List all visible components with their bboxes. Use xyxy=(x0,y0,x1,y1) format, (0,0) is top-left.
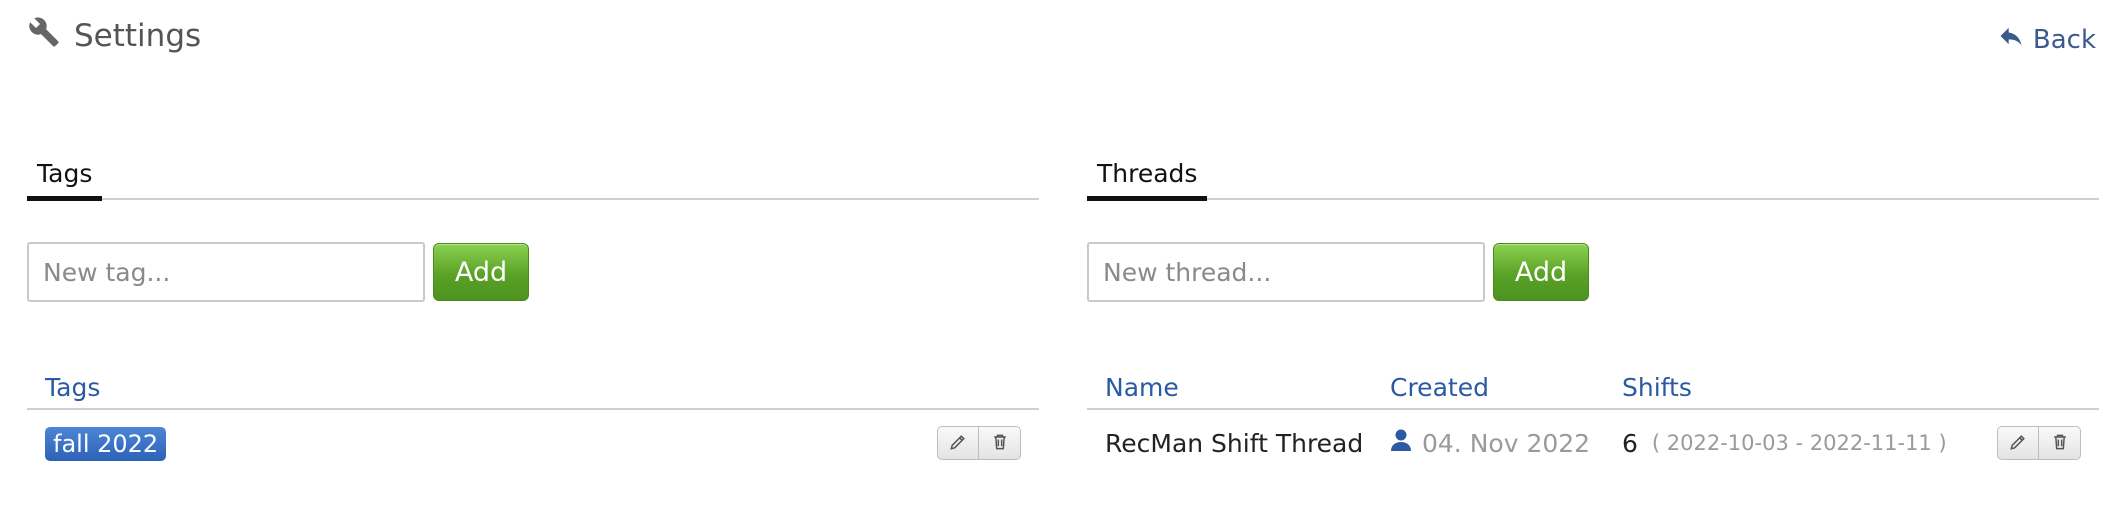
back-label: Back xyxy=(2032,24,2096,55)
threads-table-header: Name Created Shifts xyxy=(1087,368,2099,410)
edit-thread-button[interactable] xyxy=(1997,426,2039,460)
tag-row-actions xyxy=(937,426,1021,460)
pencil-icon xyxy=(2008,429,2028,458)
trash-icon xyxy=(990,429,1010,458)
back-link[interactable]: Back xyxy=(1997,22,2096,57)
shifts-count: 6 xyxy=(1622,428,1638,458)
edit-tag-button[interactable] xyxy=(937,426,979,460)
table-row: RecMan Shift Thread 04. Nov 2022 6 ( 202… xyxy=(1087,410,2099,476)
add-tag-button[interactable]: Add xyxy=(433,243,529,301)
tags-column-header[interactable]: Tags xyxy=(27,373,100,402)
back-arrow-icon xyxy=(1997,22,2025,57)
page-title: Settings xyxy=(74,18,202,54)
tags-table-header: Tags xyxy=(27,368,1039,410)
name-column-header[interactable]: Name xyxy=(1087,373,1390,402)
threads-tabbar: Threads xyxy=(1087,150,2099,201)
tab-tags[interactable]: Tags xyxy=(27,159,103,201)
threads-table: Name Created Shifts RecMan Shift Thread … xyxy=(1087,368,2099,476)
new-tag-input[interactable] xyxy=(27,242,425,302)
pencil-icon xyxy=(948,429,968,458)
thread-add-row: Add xyxy=(1087,242,2099,302)
tab-threads[interactable]: Threads xyxy=(1087,159,1208,201)
tag-cell: fall 2022 xyxy=(27,426,937,461)
tag-add-row: Add xyxy=(27,242,1039,302)
created-column-header[interactable]: Created xyxy=(1390,373,1622,402)
trash-icon xyxy=(2050,429,2070,458)
page-header: Settings xyxy=(28,16,201,56)
delete-thread-button[interactable] xyxy=(2039,426,2081,460)
tags-tabbar: Tags xyxy=(27,150,1039,201)
tags-table: Tags fall 2022 xyxy=(27,368,1039,476)
new-thread-input[interactable] xyxy=(1087,242,1485,302)
add-thread-button[interactable]: Add xyxy=(1493,243,1589,301)
shifts-range: ( 2022-10-03 - 2022-11-11 ) xyxy=(1651,431,1947,455)
thread-row-actions xyxy=(1997,426,2081,460)
wrench-icon xyxy=(28,16,60,56)
table-row: fall 2022 xyxy=(27,410,1039,476)
delete-tag-button[interactable] xyxy=(979,426,1021,460)
thread-name: RecMan Shift Thread xyxy=(1105,428,1364,458)
tags-panel: Tags Add Tags fall 2022 xyxy=(27,150,1039,476)
threads-panel: Threads Add Name Created Shifts RecMan S… xyxy=(1087,150,2099,476)
shifts-column-header[interactable]: Shifts xyxy=(1622,373,2099,402)
created-date: 04. Nov 2022 xyxy=(1422,428,1591,458)
thread-shifts: 6 ( 2022-10-03 - 2022-11-11 ) xyxy=(1622,429,1997,458)
user-icon xyxy=(1390,428,1412,458)
thread-created: 04. Nov 2022 xyxy=(1390,428,1622,458)
tag-badge[interactable]: fall 2022 xyxy=(45,426,167,461)
